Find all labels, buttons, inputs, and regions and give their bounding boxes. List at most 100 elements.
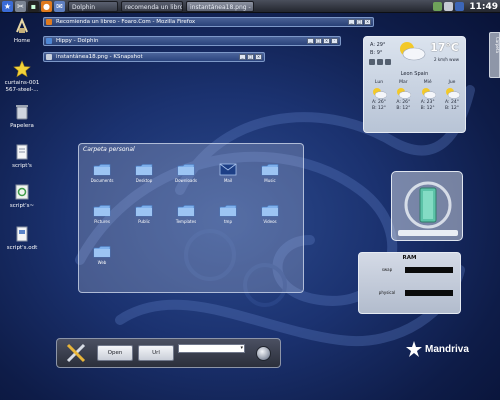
desktop-icon-scripts-backup[interactable]: script's~ [0, 183, 44, 210]
weather-current-temp: 17°C [430, 41, 459, 54]
desktop-icon-papelera[interactable]: Papelera [0, 103, 44, 130]
window-controls: _ □ × · [307, 38, 338, 44]
network-icon[interactable] [433, 2, 443, 11]
folder-view-widget[interactable]: Carpeta personal Documents Desktop Downloa… [78, 143, 304, 293]
desktop-icon-label: script's.odt [6, 245, 38, 251]
desktop-icon-scripts[interactable]: script's [0, 143, 44, 170]
desktop-icon-label: script's~ [9, 203, 35, 209]
forecast-day-name: Mié [423, 80, 432, 85]
storage-widget[interactable] [391, 171, 463, 241]
forecast-low: B: 12° [371, 106, 386, 111]
folder-item-label: Public [138, 219, 150, 224]
folder-item-label: Templates [175, 219, 197, 224]
folder-item[interactable]: Pictures [89, 202, 115, 224]
window-controls: _ □ × [239, 54, 262, 60]
folder-item[interactable]: Documents [89, 161, 115, 183]
forecast-day-name: Mar [399, 80, 408, 85]
weather-low: B: 9° [370, 50, 383, 56]
launcher-panel: Open Url ▾ [56, 338, 281, 368]
weather-forecast: Lun A: 26° B: 12° Mar A: 26° B: 12° Mié … [368, 80, 463, 112]
launcher-combo[interactable]: ▾ [178, 344, 245, 353]
ksnapshot-icon [46, 54, 52, 60]
forecast-day: Jue A: 24° B: 12° [441, 80, 463, 112]
partly-cloudy-icon [397, 88, 412, 99]
swap-usage-bar [405, 267, 453, 273]
window-controls: _ □ × [348, 19, 371, 25]
close-button[interactable]: × [323, 38, 330, 44]
star-icon [13, 60, 31, 78]
maximize-button[interactable]: □ [356, 19, 363, 25]
folder-item[interactable]: Music [257, 161, 283, 183]
volume-icon[interactable] [444, 2, 454, 11]
folder-item[interactable]: Downloads [173, 161, 199, 183]
terminal-icon[interactable]: ▪ [28, 0, 39, 12]
folder-item-label: Documents [90, 178, 114, 183]
desktop-icon-curtains[interactable]: curtains-001 567-steel-... [0, 60, 44, 94]
folder-icon [135, 205, 153, 217]
minimize-button[interactable]: _ [239, 54, 246, 60]
tools-icon[interactable] [65, 342, 87, 364]
folder-item-label: Downloads [175, 178, 197, 183]
dolphin-icon [46, 38, 52, 44]
task-firefox[interactable]: recomenda un libro ... [121, 0, 183, 12]
quick-launch: ★ ✂ ▪ ● ✉ [0, 0, 65, 12]
desktop-icon-scripts-odt[interactable]: script's.odt [0, 225, 44, 252]
physical-usage-bar [405, 290, 453, 296]
task-ksnapshot[interactable]: instantánea18.png - ... [186, 0, 254, 12]
weather-controls [369, 59, 391, 65]
side-panel-tab[interactable]: Carpeta [489, 32, 500, 78]
folder-item[interactable]: Web [89, 243, 115, 265]
open-button[interactable]: Open [97, 345, 133, 361]
odt-document-icon [16, 226, 28, 242]
humidity-icon[interactable] [385, 59, 391, 65]
folder-icon [135, 164, 153, 176]
ram-monitor-widget[interactable]: RAM swap physical [358, 252, 461, 314]
taskbar: ★ ✂ ▪ ● ✉ Dolphin recomenda un libro ...… [0, 0, 500, 13]
window-firefox-titlebar[interactable]: Recomienda un libreo - Foaro.Com - Mozil… [43, 17, 374, 27]
forecast-day: Mar A: 26° B: 12° [392, 80, 414, 112]
folder-icon [261, 205, 279, 217]
round-knob-button[interactable] [256, 346, 271, 361]
firefox-icon[interactable]: ● [41, 0, 52, 12]
folder-icon [177, 164, 195, 176]
ram-swap-row: swap [363, 266, 457, 274]
window-ksnapshot-titlebar[interactable]: instantánea18.png - KSnapshot _ □ × [43, 52, 265, 62]
folder-icon [93, 164, 111, 176]
folder-item[interactable]: Templates [173, 202, 199, 224]
forecast-low: B: 12° [396, 106, 411, 111]
pressure-icon[interactable] [377, 59, 383, 65]
desktop-icon-home[interactable]: Home [0, 18, 44, 45]
forecast-day-name: Jue [448, 80, 456, 85]
desktop-icon-label: script's [12, 163, 32, 169]
minimize-button[interactable]: _ [348, 19, 355, 25]
window-dolphin-titlebar[interactable]: Hippy - Dolphin _ □ × · [43, 36, 341, 46]
close-button[interactable]: × [255, 54, 262, 60]
folder-item[interactable]: Mail [215, 161, 241, 183]
url-button[interactable]: Url [138, 345, 174, 361]
chevron-down-icon: ▾ [240, 345, 243, 351]
folder-item-label: Mail [223, 178, 233, 183]
clock[interactable]: 11:49 [469, 2, 498, 12]
extra-button[interactable]: · [331, 38, 338, 44]
maximize-button[interactable]: □ [315, 38, 322, 44]
hard-drive-icon [398, 181, 458, 236]
minimize-button[interactable]: _ [307, 38, 314, 44]
weather-widget[interactable]: A: 29° B: 9° 17°C 2 km/h www Leon Spain … [363, 36, 466, 133]
mandriva-menu-icon[interactable]: ★ [2, 0, 13, 12]
maximize-button[interactable]: □ [247, 54, 254, 60]
settings-icon[interactable]: ✂ [15, 0, 26, 12]
close-button[interactable]: × [364, 19, 371, 25]
folder-item[interactable]: Public [131, 202, 157, 224]
wind-icon[interactable] [369, 59, 375, 65]
clipboard-icon[interactable] [455, 2, 465, 11]
email-icon[interactable]: ✉ [54, 0, 65, 12]
weather-today-temps: A: 29° B: 9° [370, 41, 385, 57]
folder-view-title: Carpeta personal [83, 146, 135, 153]
task-dolphin[interactable]: Dolphin [68, 0, 118, 12]
desktop-icon-label: Home [13, 38, 31, 44]
desktop-icon-label: curtains-001 567-steel-... [4, 80, 40, 93]
folder-item-label: Pictures [94, 219, 110, 224]
folder-item[interactable]: tmp [215, 202, 241, 224]
folder-item[interactable]: Desktop [131, 161, 157, 183]
folder-item[interactable]: Videos [257, 202, 283, 224]
